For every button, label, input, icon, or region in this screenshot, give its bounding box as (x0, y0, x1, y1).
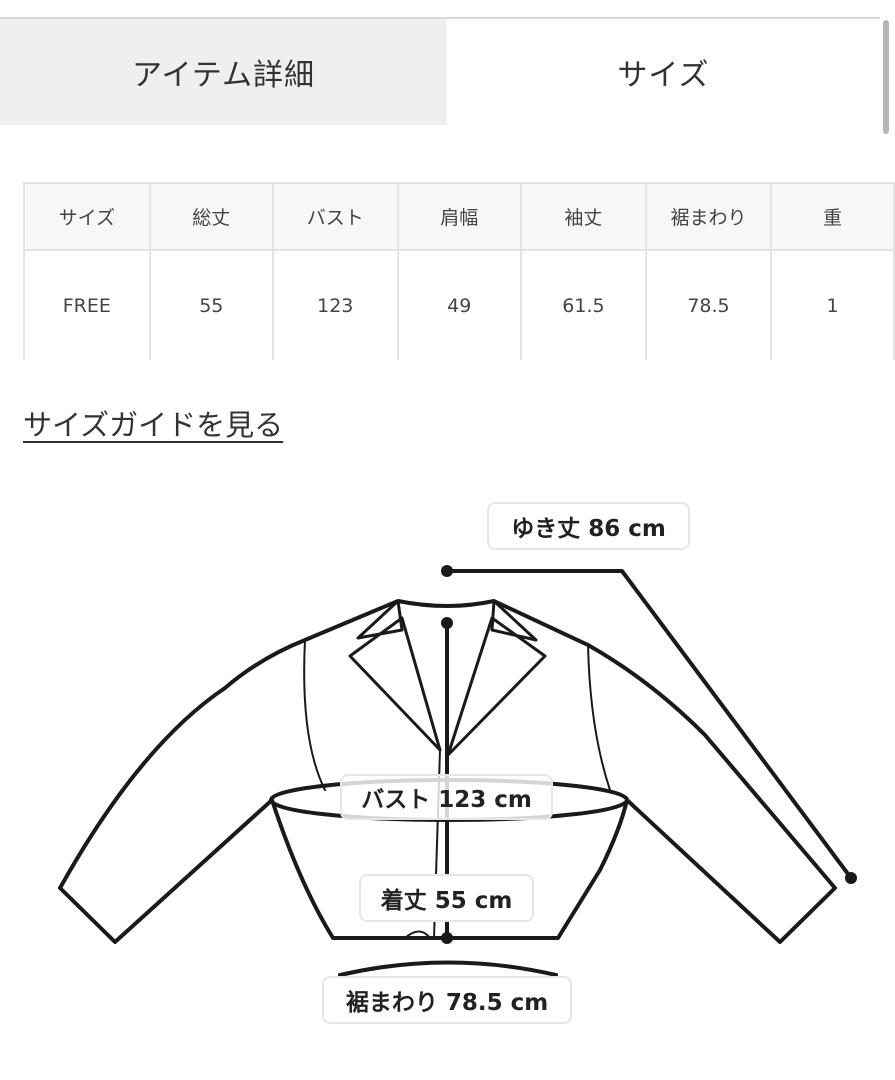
yuki-length-label: ゆき丈 86 cm (487, 502, 690, 550)
hem-measure-curve (338, 960, 558, 977)
tab-bar: アイテム詳細 サイズ (0, 19, 880, 125)
header-cell-weight: 重 (770, 182, 895, 251)
length-top-dot (441, 617, 453, 629)
cell-sleeve: 61.5 (519, 249, 647, 360)
size-table-container[interactable]: サイズ 総丈 バスト 肩幅 袖丈 裾まわり 重 FREE 55 123 49 6… (23, 182, 895, 360)
size-table-row: FREE 55 123 49 61.5 78.5 1 (23, 249, 895, 360)
header-cell-hem: 裾まわり (644, 182, 773, 251)
header-cell-shoulder: 肩幅 (396, 182, 522, 251)
yuki-measure-line (445, 569, 853, 880)
hem-label: 裾まわり 78.5 cm (322, 976, 572, 1024)
tab-item-details[interactable]: アイテム詳細 (0, 19, 447, 125)
yuki-start-dot (441, 565, 453, 577)
header-cell-total-length: 総丈 (148, 182, 275, 251)
scrollbar[interactable] (883, 20, 889, 134)
header-cell-sleeve: 袖丈 (519, 182, 647, 251)
armhole-left (303, 639, 326, 791)
length-bottom-dot (441, 932, 453, 944)
cell-total-length: 55 (148, 249, 275, 360)
cell-hem: 78.5 (644, 249, 773, 360)
cell-size: FREE (23, 249, 151, 360)
size-table: サイズ 総丈 バスト 肩幅 袖丈 裾まわり 重 FREE 55 123 49 6… (23, 182, 895, 360)
yuki-end-dot (845, 872, 857, 884)
length-label: 着丈 55 cm (359, 874, 534, 922)
size-diagram: ゆき丈 86 cm バスト 123 cm 着丈 55 cm 裾まわり 78.5 … (0, 490, 895, 1080)
armhole-right (587, 644, 611, 791)
tab-size[interactable]: サイズ (447, 19, 880, 125)
header-cell-size: サイズ (23, 182, 151, 251)
header-cell-bust: バスト (272, 182, 399, 251)
cell-shoulder: 49 (396, 249, 522, 360)
cell-bust: 123 (272, 249, 399, 360)
size-guide-link[interactable]: サイズガイドを見る (23, 402, 283, 444)
bust-label: バスト 123 cm (340, 774, 553, 820)
cell-weight: 1 (770, 249, 895, 360)
size-table-header-row: サイズ 総丈 バスト 肩幅 袖丈 裾まわり 重 (23, 182, 895, 251)
